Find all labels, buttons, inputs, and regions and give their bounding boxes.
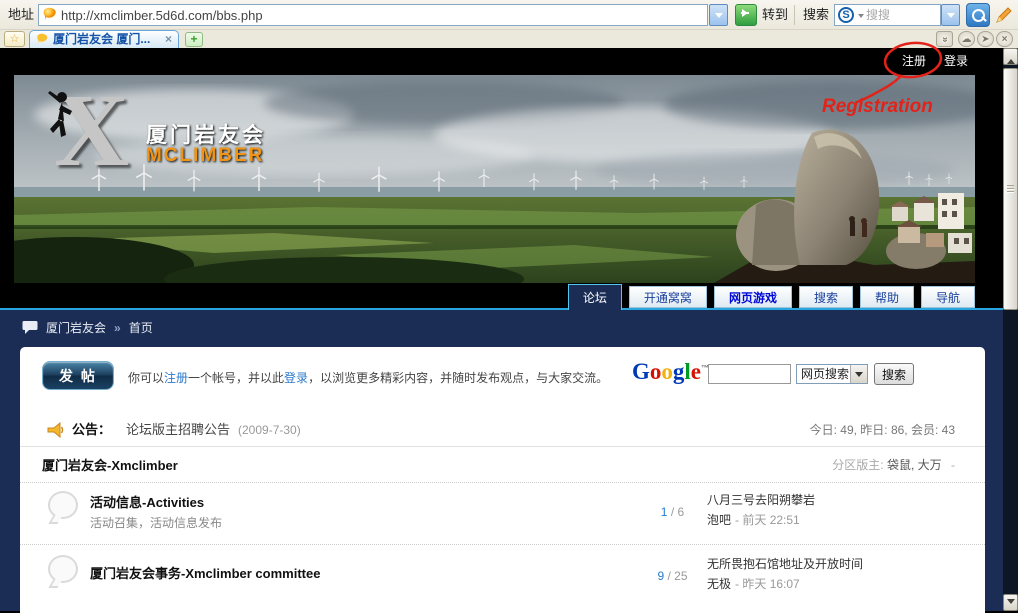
breadcrumb-separator: » <box>114 321 121 335</box>
forum-thread-post-counts: 9 / 25 <box>630 569 715 583</box>
address-dropdown-button[interactable] <box>709 4 728 26</box>
forum-bubble-icon <box>48 491 80 521</box>
new-post-button[interactable]: 发 帖 <box>42 361 114 390</box>
forum-row-activities: 活动信息-Activities 活动召集，活动信息发布 1 / 6 八月三号去阳… <box>20 483 985 545</box>
close-icon[interactable]: × <box>996 31 1013 47</box>
last-post-meta: 泡吧- 前天 22:51 <box>707 511 800 528</box>
welcome-register-link[interactable]: 注册 <box>164 371 188 385</box>
tab-open-wowo[interactable]: 开通窝窝 <box>629 286 707 308</box>
breadcrumb-home-link[interactable]: 首页 <box>129 319 153 336</box>
last-post-title-link[interactable]: 无所畏抱石馆地址及开放时间 <box>707 555 863 572</box>
login-link[interactable]: 登录 <box>944 48 968 75</box>
google-search-button[interactable]: 搜索 <box>874 363 914 385</box>
scrollbar-up-icon[interactable] <box>1003 48 1018 65</box>
moderators-links[interactable]: 袋鼠, 大万 <box>887 458 942 472</box>
google-letter-2: o <box>661 359 673 384</box>
last-post-author-link[interactable]: 无极 <box>707 577 731 591</box>
google-letter-3: g <box>673 359 685 384</box>
forum-banner: X 厦门岩友会 MCLIMBER <box>14 75 975 283</box>
forum-row-committee: 厦门岩友会事务-Xmclimber committee 9 / 25 无所畏抱石… <box>20 547 985 613</box>
banner-landscape-image <box>14 75 975 283</box>
megaphone-icon <box>46 422 64 439</box>
category-title[interactable]: 厦门岩友会-Xmclimber <box>42 449 178 482</box>
climber-icon <box>40 89 80 147</box>
last-post-meta: 无极- 昨天 16:07 <box>707 575 800 592</box>
cloud-icon[interactable]: ☁ <box>958 31 975 47</box>
tab-title: 厦门岩友会 厦门... <box>53 31 150 48</box>
site-favicon <box>42 7 58 23</box>
pin-icon[interactable]: ➤ <box>977 31 994 47</box>
favorites-star-icon[interactable]: ☆ <box>4 31 25 47</box>
go-label[interactable]: 转到 <box>762 0 788 30</box>
breadcrumb: 厦门岩友会 » 首页 <box>0 310 1003 345</box>
browser-toolbar: 地址 转到 搜索 S <box>0 0 1018 30</box>
toolbar-search-input[interactable] <box>866 6 938 24</box>
forum-content-area: 厦门岩友会 » 首页 发 帖 你可以注册一个帐号，并以此登录，以浏览更多精彩内容… <box>0 308 1003 611</box>
search-label: 搜索 <box>803 0 829 30</box>
collapse-icon[interactable]: - <box>951 458 955 472</box>
welcome-login-link[interactable]: 登录 <box>284 371 308 385</box>
tab-web-games[interactable]: 网页游戏 <box>714 286 792 308</box>
forum-title-link[interactable]: 活动信息-Activities <box>90 492 204 511</box>
select-dropdown-icon[interactable] <box>850 365 867 383</box>
soso-caret-icon[interactable] <box>858 14 864 21</box>
toolbar-divider <box>794 5 795 25</box>
last-post-author-link[interactable]: 泡吧 <box>707 513 731 527</box>
last-post-title-link[interactable]: 八月三号去阳朔攀岩 <box>707 491 815 508</box>
forum-thread-post-counts: 1 / 6 <box>630 505 715 519</box>
go-button[interactable] <box>735 4 757 26</box>
vertical-scrollbar[interactable] <box>1003 48 1018 611</box>
forum-bubble-icon <box>48 555 80 585</box>
search-dropdown-button[interactable] <box>941 4 960 26</box>
forum-card: 发 帖 你可以注册一个帐号，并以此登录，以浏览更多精彩内容，并随时发布观点，与大… <box>20 347 985 613</box>
scrollbar-thumb[interactable] <box>1003 68 1018 310</box>
toolbar-search-box[interactable]: S <box>834 4 941 26</box>
page-body: 注册 登录 <box>0 48 1003 611</box>
tab-close-icon[interactable]: × <box>165 31 172 47</box>
tab-forum[interactable]: 论坛 <box>568 284 622 310</box>
new-tab-icon[interactable]: + <box>185 32 203 47</box>
google-scope-select[interactable]: 网页搜索 <box>796 364 868 384</box>
speech-bubble-icon <box>22 320 38 335</box>
soso-icon[interactable]: S <box>838 7 854 23</box>
google-search-input[interactable] <box>708 364 791 384</box>
breadcrumb-site-link[interactable]: 厦门岩友会 <box>46 319 106 336</box>
forum-nav-tabs: 论坛 开通窝窝 网页游戏 搜索 帮助 导航 <box>568 284 975 308</box>
forum-title-link[interactable]: 厦门岩友会事务-Xmclimber committee <box>90 563 320 582</box>
announcement-label: 公告： <box>72 415 111 445</box>
browser-tab-bar: ☆ 厦门岩友会 厦门... × + » ☁ ➤ × <box>0 30 1018 48</box>
browser-tab[interactable]: 厦门岩友会 厦门... × <box>29 30 179 48</box>
tab-search[interactable]: 搜索 <box>799 286 853 308</box>
announcement-row: 公告： 论坛版主招聘公告 (2009-7-30) 今日: 49, 昨日: 86,… <box>20 415 985 447</box>
announcement-date: (2009-7-30) <box>238 415 301 445</box>
address-input[interactable] <box>38 4 708 26</box>
account-bar: 注册 登录 <box>0 48 1003 75</box>
forum-description: 活动召集，活动信息发布 <box>90 514 222 531</box>
google-letter-1: o <box>650 359 662 384</box>
moderators-label: 分区版主: <box>832 458 883 472</box>
forum-stats: 今日: 49, 昨日: 86, 会员: 43 <box>810 415 955 445</box>
welcome-text: 你可以注册一个帐号，并以此登录，以浏览更多精彩内容，并随时发布观点，与大家交流。 <box>128 369 608 386</box>
pencil-edit-icon[interactable] <box>994 5 1014 25</box>
collapse-toolbar-icon[interactable]: » <box>936 31 953 47</box>
tab-help[interactable]: 帮助 <box>860 286 914 308</box>
google-logo: Google™ <box>632 359 709 385</box>
google-letter-5: e <box>691 359 701 384</box>
google-letter-0: G <box>632 359 650 384</box>
logo-english-name: MCLIMBER <box>146 145 264 167</box>
scrollbar-down-icon[interactable] <box>1003 594 1018 611</box>
last-post-time: 昨天 16:07 <box>742 577 799 591</box>
address-label: 地址 <box>8 0 34 30</box>
last-post-time: 前天 22:51 <box>742 513 799 527</box>
tab-navigation[interactable]: 导航 <box>921 286 975 308</box>
search-magnifier-button[interactable] <box>966 3 990 27</box>
category-header: 厦门岩友会-Xmclimber 分区版主: 袋鼠, 大万 - <box>20 449 985 483</box>
announcement-link[interactable]: 论坛版主招聘公告 <box>126 415 230 445</box>
register-link[interactable]: 注册 <box>902 48 926 75</box>
tab-favicon <box>36 33 49 46</box>
